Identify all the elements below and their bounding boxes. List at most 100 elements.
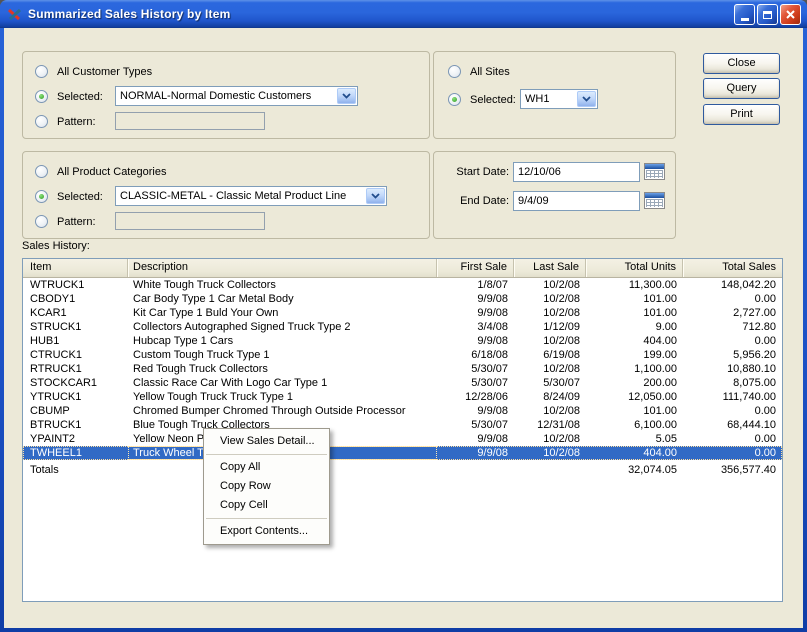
cell-total-units[interactable]: 12,050.00 bbox=[586, 390, 683, 404]
cell-first-sale[interactable]: 5/30/07 bbox=[437, 362, 514, 376]
column-header-total-units[interactable]: Total Units bbox=[586, 259, 683, 277]
cell-total-units[interactable]: 9.00 bbox=[586, 320, 683, 334]
cell-last-sale[interactable]: 10/2/08 bbox=[514, 404, 586, 418]
cell-total-sales[interactable]: 10,880.10 bbox=[683, 362, 782, 376]
cell-item[interactable]: CBODY1 bbox=[23, 292, 128, 306]
site-combo-dropdown-button[interactable] bbox=[577, 91, 596, 107]
cell-total-sales[interactable]: 2,727.00 bbox=[683, 306, 782, 320]
minimize-button[interactable] bbox=[734, 4, 755, 25]
cell-description[interactable]: Hubcap Type 1 Cars bbox=[128, 334, 437, 348]
customer-pattern-radio[interactable] bbox=[35, 115, 48, 128]
category-pattern-radio[interactable] bbox=[35, 215, 48, 228]
table-row[interactable]: CBUMPChromed Bumper Chromed Through Outs… bbox=[23, 404, 782, 418]
cell-last-sale[interactable]: 10/2/08 bbox=[514, 362, 586, 376]
cell-first-sale[interactable]: 12/28/06 bbox=[437, 390, 514, 404]
cell-description[interactable]: Kit Car Type 1 Buld Your Own bbox=[128, 306, 437, 320]
menu-item-copy-all[interactable]: Copy All bbox=[204, 458, 329, 477]
cell-description[interactable]: Yellow Tough Truck Truck Type 1 bbox=[128, 390, 437, 404]
cell-description[interactable]: Classic Race Car With Logo Car Type 1 bbox=[128, 376, 437, 390]
end-date-calendar-button[interactable] bbox=[644, 192, 665, 209]
cell-total-units[interactable]: 101.00 bbox=[586, 306, 683, 320]
cell-total-sales[interactable]: 8,075.00 bbox=[683, 376, 782, 390]
start-date-input[interactable]: 12/10/06 bbox=[513, 162, 640, 182]
cell-item[interactable]: CTRUCK1 bbox=[23, 348, 128, 362]
start-date-calendar-button[interactable] bbox=[644, 163, 665, 180]
column-header-total-sales[interactable]: Total Sales bbox=[683, 259, 782, 277]
cell-total-sales[interactable]: 0.00 bbox=[683, 404, 782, 418]
cell-description[interactable]: Chromed Bumper Chromed Through Outside P… bbox=[128, 404, 437, 418]
site-combo[interactable]: WH1 bbox=[520, 89, 598, 109]
customer-combo-dropdown-button[interactable] bbox=[337, 88, 356, 104]
cell-first-sale[interactable]: 9/9/08 bbox=[437, 432, 514, 446]
cell-last-sale[interactable]: 10/2/08 bbox=[514, 446, 586, 460]
cell-last-sale[interactable]: 10/2/08 bbox=[514, 432, 586, 446]
table-row[interactable]: KCAR1Kit Car Type 1 Buld Your Own9/9/081… bbox=[23, 306, 782, 320]
cell-total-units[interactable]: 404.00 bbox=[586, 334, 683, 348]
table-row[interactable]: BTRUCK1Blue Tough Truck Collectors5/30/0… bbox=[23, 418, 782, 432]
cell-total-units[interactable]: 199.00 bbox=[586, 348, 683, 362]
cell-item[interactable]: STOCKCAR1 bbox=[23, 376, 128, 390]
cell-total-units[interactable]: 404.00 bbox=[586, 446, 683, 460]
cell-last-sale[interactable]: 5/30/07 bbox=[514, 376, 586, 390]
cell-first-sale[interactable]: 3/4/08 bbox=[437, 320, 514, 334]
cell-total-sales[interactable]: 68,444.10 bbox=[683, 418, 782, 432]
table-row[interactable]: HUB1Hubcap Type 1 Cars9/9/0810/2/08404.0… bbox=[23, 334, 782, 348]
cell-description[interactable]: Car Body Type 1 Car Metal Body bbox=[128, 292, 437, 306]
table-row[interactable]: STRUCK1Collectors Autographed Signed Tru… bbox=[23, 320, 782, 334]
cell-first-sale[interactable]: 9/9/08 bbox=[437, 306, 514, 320]
table-row[interactable]: RTRUCK1Red Tough Truck Collectors5/30/07… bbox=[23, 362, 782, 376]
query-button[interactable]: Query bbox=[703, 78, 780, 99]
print-button[interactable]: Print bbox=[703, 104, 780, 125]
menu-item-view-sales-detail[interactable]: View Sales Detail... bbox=[204, 432, 329, 451]
category-combo-dropdown-button[interactable] bbox=[366, 188, 385, 204]
cell-item[interactable]: CBUMP bbox=[23, 404, 128, 418]
close-button[interactable]: Close bbox=[703, 53, 780, 74]
table-row[interactable]: CBODY1Car Body Type 1 Car Metal Body9/9/… bbox=[23, 292, 782, 306]
cell-item[interactable]: RTRUCK1 bbox=[23, 362, 128, 376]
cell-first-sale[interactable]: 9/9/08 bbox=[437, 334, 514, 348]
cell-total-units[interactable]: 5.05 bbox=[586, 432, 683, 446]
close-window-button[interactable] bbox=[780, 4, 801, 25]
cell-last-sale[interactable]: 6/19/08 bbox=[514, 348, 586, 362]
cell-last-sale[interactable]: 12/31/08 bbox=[514, 418, 586, 432]
cell-total-sales[interactable]: 5,956.20 bbox=[683, 348, 782, 362]
end-date-input[interactable]: 9/4/09 bbox=[513, 191, 640, 211]
cell-description[interactable]: Collectors Autographed Signed Truck Type… bbox=[128, 320, 437, 334]
cell-total-units[interactable]: 101.00 bbox=[586, 404, 683, 418]
titlebar[interactable]: Summarized Sales History by Item bbox=[0, 0, 807, 28]
cell-last-sale[interactable]: 10/2/08 bbox=[514, 306, 586, 320]
cell-item[interactable]: YTRUCK1 bbox=[23, 390, 128, 404]
cell-last-sale[interactable]: 10/2/08 bbox=[514, 334, 586, 348]
site-selected-radio[interactable] bbox=[448, 93, 461, 106]
cell-total-units[interactable]: 200.00 bbox=[586, 376, 683, 390]
cell-item[interactable]: STRUCK1 bbox=[23, 320, 128, 334]
all-sites-radio[interactable] bbox=[448, 65, 461, 78]
all-product-categories-radio[interactable] bbox=[35, 165, 48, 178]
cell-total-sales[interactable]: 0.00 bbox=[683, 334, 782, 348]
cell-item[interactable]: HUB1 bbox=[23, 334, 128, 348]
cell-total-units[interactable]: 11,300.00 bbox=[586, 278, 683, 292]
cell-total-sales[interactable]: 0.00 bbox=[683, 446, 782, 460]
customer-selected-radio[interactable] bbox=[35, 90, 48, 103]
cell-last-sale[interactable]: 10/2/08 bbox=[514, 278, 586, 292]
customer-combo[interactable]: NORMAL-Normal Domestic Customers bbox=[115, 86, 358, 106]
cell-total-units[interactable]: 101.00 bbox=[586, 292, 683, 306]
cell-item[interactable]: YPAINT2 bbox=[23, 432, 128, 446]
cell-item[interactable]: KCAR1 bbox=[23, 306, 128, 320]
menu-item-copy-cell[interactable]: Copy Cell bbox=[204, 496, 329, 515]
cell-first-sale[interactable]: 9/9/08 bbox=[437, 404, 514, 418]
cell-first-sale[interactable]: 5/30/07 bbox=[437, 418, 514, 432]
menu-item-copy-row[interactable]: Copy Row bbox=[204, 477, 329, 496]
column-header-last-sale[interactable]: Last Sale bbox=[514, 259, 586, 277]
cell-description[interactable]: White Tough Truck Collectors bbox=[128, 278, 437, 292]
cell-description[interactable]: Custom Tough Truck Type 1 bbox=[128, 348, 437, 362]
cell-total-units[interactable]: 1,100.00 bbox=[586, 362, 683, 376]
cell-total-sales[interactable]: 148,042.20 bbox=[683, 278, 782, 292]
table-row[interactable]: YPAINT2Yellow Neon Pa9/9/0810/2/085.050.… bbox=[23, 432, 782, 446]
cell-first-sale[interactable]: 9/9/08 bbox=[437, 446, 514, 460]
column-header-description[interactable]: Description bbox=[128, 259, 437, 277]
table-row[interactable]: TWHEEL1Truck Wheel Ty9/9/0810/2/08404.00… bbox=[23, 446, 782, 460]
cell-total-units[interactable]: 6,100.00 bbox=[586, 418, 683, 432]
category-combo[interactable]: CLASSIC-METAL - Classic Metal Product Li… bbox=[115, 186, 387, 206]
all-customer-types-radio[interactable] bbox=[35, 65, 48, 78]
